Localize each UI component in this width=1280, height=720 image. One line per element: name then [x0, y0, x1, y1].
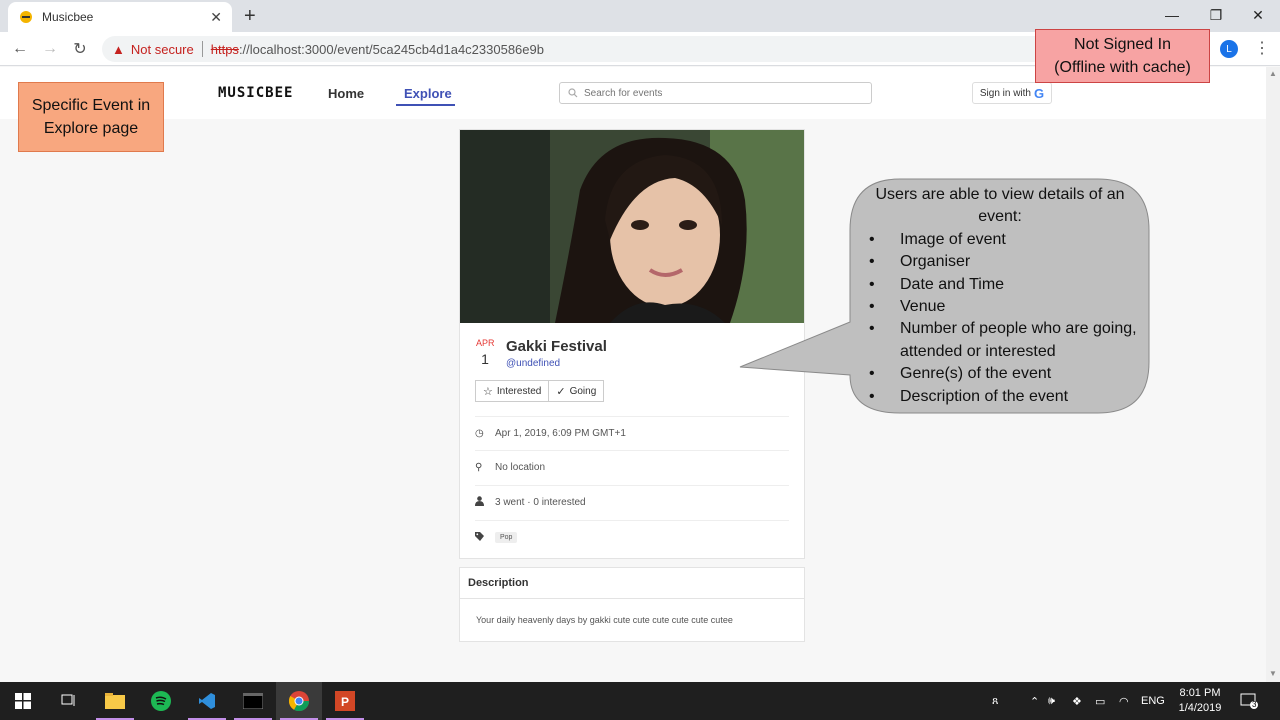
wifi-icon[interactable]: ◠ — [1119, 682, 1129, 720]
list-item: Description of the event — [862, 386, 1138, 409]
notification-icon[interactable]: 3 — [1240, 682, 1258, 720]
spotify-icon[interactable] — [138, 682, 184, 720]
callout-heading: Users are able to view details of an eve… — [875, 186, 1125, 226]
task-view-icon[interactable] — [46, 682, 92, 720]
windows-start-icon[interactable] — [0, 682, 46, 720]
dropbox-icon[interactable]: ❖ — [1072, 682, 1082, 720]
language-indicator[interactable]: ENG — [1141, 682, 1165, 720]
volume-icon[interactable]: 🕪 — [1048, 682, 1055, 720]
list-item: Image of event — [862, 229, 1138, 252]
list-item: Venue — [862, 296, 1138, 319]
svg-text:P: P — [341, 695, 349, 709]
people-icon[interactable]: ጸ — [992, 682, 998, 720]
list-item: Genre(s) of the event — [862, 363, 1138, 386]
list-item: Date and Time — [862, 274, 1138, 297]
vscode-icon[interactable] — [184, 682, 230, 720]
battery-icon[interactable]: ▭ — [1095, 682, 1105, 720]
notification-count: 3 — [1252, 700, 1257, 709]
clock-time: 8:01 PM — [1179, 687, 1221, 699]
powerpoint-icon[interactable]: P — [322, 682, 368, 720]
file-explorer-icon[interactable] — [92, 682, 138, 720]
callout-content: Users are able to view details of an eve… — [862, 184, 1138, 408]
clock-date: 1/4/2019 — [1178, 702, 1222, 714]
list-item: Number of people who are going, attended… — [862, 318, 1138, 363]
list-item: Organiser — [862, 251, 1138, 274]
show-hidden-icons-icon[interactable]: ⌃ — [1030, 682, 1039, 720]
terminal-icon[interactable] — [230, 682, 276, 720]
taskbar-clock[interactable]: 8:01 PM 1/4/2019 — [1170, 686, 1230, 716]
callout-list: Image of event Organiser Date and Time V… — [862, 229, 1138, 409]
chrome-icon[interactable] — [276, 682, 322, 720]
windows-taskbar: P ጸ ⌃ 🕪 ❖ ▭ ◠ ENG 8:01 PM 1/4/2019 3 — [0, 682, 1280, 720]
